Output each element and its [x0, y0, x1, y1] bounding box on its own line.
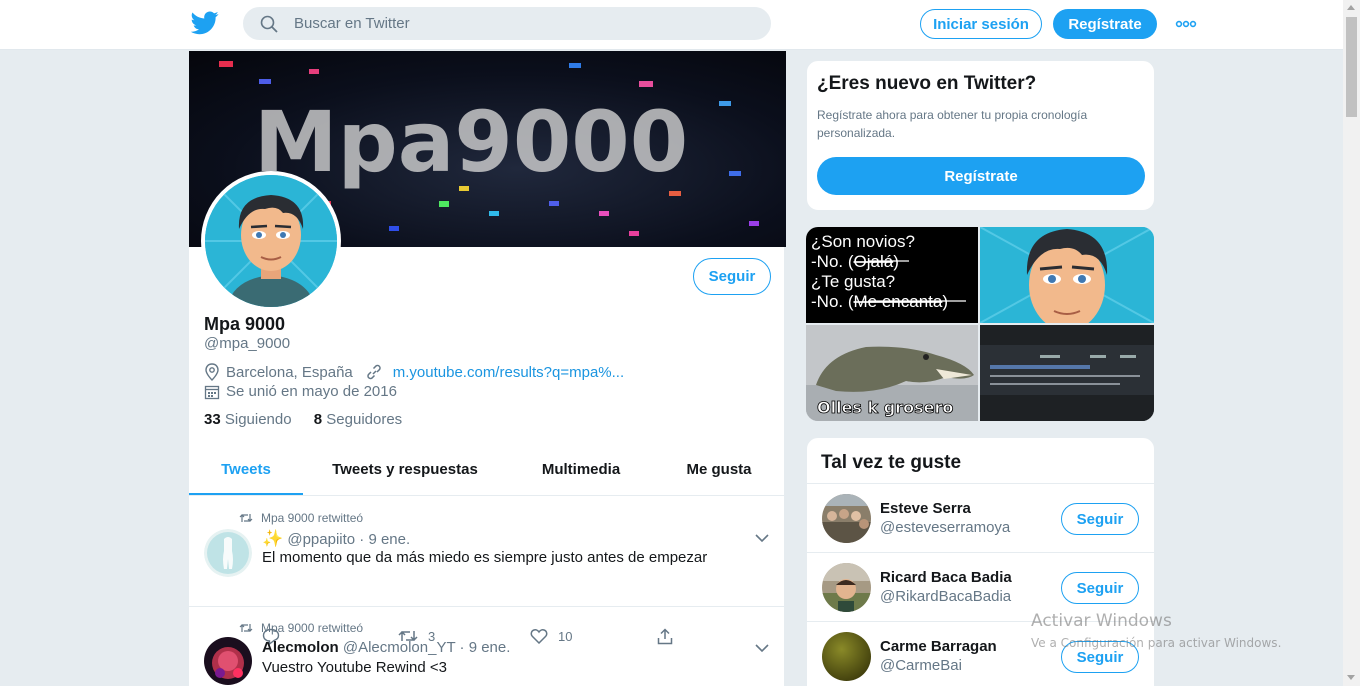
calendar-icon [204, 385, 220, 399]
profile-location: Barcelona, España [226, 363, 353, 381]
suggested-user-name[interactable]: Carme Barragan [880, 638, 997, 655]
tweet-header: ✨ @ppapiito · 9 ene. [262, 529, 410, 549]
tweet-avatar[interactable] [204, 637, 252, 685]
profile-name: Mpa 9000 [204, 314, 286, 334]
following-label: Siguiendo [224, 411, 292, 428]
tweet-item[interactable]: Mpa 9000 retwitteó ✨ @ppapiito · 9 ene. … [189, 497, 786, 607]
follow-suggested-button[interactable]: Seguir [1061, 572, 1139, 604]
suggested-user-row[interactable]: Esteve Serra @esteveserramoya Seguir [807, 483, 1154, 552]
who-to-follow-title: Tal vez te guste [821, 452, 962, 473]
suggested-user-handle: @esteveserramoya [880, 519, 1011, 536]
suggested-user-handle: @RikardBacaBadia [880, 588, 1012, 605]
suggested-user-avatar[interactable] [822, 632, 871, 681]
avatar-image [204, 529, 252, 577]
crocodile-image: Olles k grosero [806, 325, 978, 421]
tweet-item[interactable]: Mpa 9000 retwitteó Alecmolon @Alecmolon_… [189, 607, 786, 686]
tab-tweets-replies[interactable]: Tweets y respuestas [319, 449, 491, 495]
login-button[interactable]: Iniciar sesión [920, 9, 1042, 39]
watermark-title: Activar Windows [1031, 611, 1172, 631]
tweet-header: Alecmolon @Alecmolon_YT · 9 ene. [262, 639, 510, 656]
tweet-author-name[interactable]: Alecmolon [262, 639, 339, 656]
new-to-twitter-subtitle: Regístrate ahora para obtener tu propia … [817, 108, 1088, 140]
retweet-indicator: Mpa 9000 retwitteó [239, 621, 363, 635]
followers-stat[interactable]: 8 Seguidores [314, 411, 402, 428]
tweet-text: Vuestro Youtube Rewind <3 [262, 659, 448, 676]
page-scrollbar[interactable] [1343, 0, 1360, 686]
crocodile-caption: Olles k grosero [817, 398, 953, 417]
retweet-label: Mpa 9000 retwitteó [261, 511, 364, 525]
profile-joined: Se unió en mayo de 2016 [226, 383, 397, 400]
followers-label: Seguidores [326, 411, 403, 428]
meme-line-3: ¿Te gusta? [811, 272, 895, 291]
chevron-down-icon[interactable] [755, 533, 769, 543]
tweet-avatar[interactable] [204, 529, 252, 577]
tweet-handle[interactable]: @ppapiito [287, 531, 355, 548]
profile-link[interactable]: m.youtube.com/results?q=mpa%... [393, 364, 624, 381]
screen-photo-image [980, 325, 1154, 421]
meme-image: ¿Son novios? -No. (Ojalá) ¿Te gusta? -No… [811, 232, 966, 311]
avatar-image [822, 563, 871, 612]
sparkle-emoji-icon: ✨ [262, 529, 284, 548]
search-icon [260, 15, 278, 33]
following-stat[interactable]: 33 Siguiendo [204, 411, 292, 428]
chevron-down-icon[interactable] [755, 643, 769, 653]
watermark-subtitle: Ve a Configuración para activar Windows. [1031, 636, 1282, 650]
cartoon-face-image [980, 227, 1154, 323]
profile-column: Mpa9000 Seguir Mpa 9000 @mpa_9000 Barcel… [188, 51, 786, 686]
tab-likes[interactable]: Me gusta [669, 449, 769, 495]
avatar-image [822, 632, 871, 681]
media-thumb-avatar[interactable] [980, 227, 1154, 323]
search-box[interactable] [243, 7, 771, 40]
tweet-date[interactable]: · 9 ene. [460, 639, 511, 656]
windows-activation-watermark: Activar Windows Ve a Configuración para … [1031, 611, 1281, 650]
new-to-twitter-card: ¿Eres nuevo en Twitter? Regístrate ahora… [806, 60, 1155, 211]
profile-joined-row: Se unió en mayo de 2016 [204, 383, 397, 400]
profile-location-row: Barcelona, España m.youtube.com/results?… [204, 363, 624, 381]
retweet-indicator: Mpa 9000 retwitteó [239, 511, 363, 525]
tweet-date[interactable]: · 9 ene. [359, 531, 410, 548]
suggested-user-name[interactable]: Ricard Baca Badia [880, 569, 1012, 586]
profile-avatar[interactable] [201, 171, 341, 311]
scrollbar-thumb[interactable] [1346, 17, 1357, 117]
suggested-user-name[interactable]: Esteve Serra [880, 500, 971, 517]
tab-media[interactable]: Multimedia [524, 449, 638, 495]
suggested-user-avatar[interactable] [822, 563, 871, 612]
tweet-text: El momento que da más miedo es siempre j… [262, 549, 708, 566]
banner-text: Mpa9000 [254, 93, 688, 191]
media-thumb-screen[interactable] [980, 325, 1154, 421]
media-gallery: ¿Son novios? -No. (Ojalá) ¿Te gusta? -No… [806, 227, 1154, 421]
profile-stats: 33 Siguiendo 8 Seguidores [204, 411, 402, 428]
scroll-down-arrow-icon[interactable] [1347, 675, 1355, 680]
more-dots-icon[interactable] [1175, 14, 1197, 34]
avatar-image [204, 637, 252, 685]
profile-handle: @mpa_9000 [204, 335, 291, 352]
suggested-user-avatar[interactable] [822, 494, 871, 543]
media-thumb-crocodile[interactable]: Olles k grosero [806, 325, 978, 421]
retweet-small-icon [239, 624, 253, 632]
top-nav-bar: Iniciar sesión Regístrate [0, 0, 1343, 50]
follow-button[interactable]: Seguir [693, 258, 771, 295]
link-icon [367, 364, 381, 380]
signup-card-button[interactable]: Regístrate [817, 157, 1145, 195]
tweet-handle[interactable]: @Alecmolon_YT [343, 639, 456, 656]
meme-line-1: ¿Son novios? [811, 232, 915, 251]
avatar-cartoon-face [205, 175, 337, 307]
profile-tabs: Tweets Tweets y respuestas Multimedia Me… [189, 449, 786, 496]
suggested-user-handle: @CarmeBai [880, 657, 962, 674]
media-thumb-meme[interactable]: ¿Son novios? -No. (Ojalá) ¿Te gusta? -No… [806, 227, 978, 323]
retweet-label: Mpa 9000 retwitteó [261, 621, 364, 635]
follow-suggested-button[interactable]: Seguir [1061, 503, 1139, 535]
retweet-small-icon [239, 514, 253, 522]
twitter-bird-icon[interactable] [191, 11, 219, 35]
new-to-twitter-title: ¿Eres nuevo en Twitter? [817, 73, 1037, 94]
following-count: 33 [204, 411, 221, 428]
search-input[interactable] [294, 8, 754, 39]
signup-button[interactable]: Regístrate [1053, 9, 1157, 39]
followers-count: 8 [313, 411, 323, 428]
scroll-up-arrow-icon[interactable] [1347, 5, 1355, 10]
tab-tweets[interactable]: Tweets [189, 449, 303, 495]
avatar-image [822, 494, 871, 543]
location-pin-icon [205, 363, 219, 381]
